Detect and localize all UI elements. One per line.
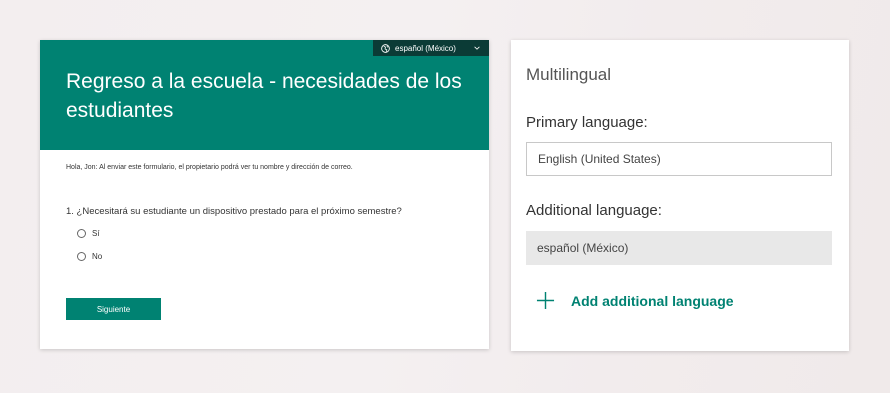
option-label: No [92,252,103,261]
radio-button[interactable] [77,252,86,261]
language-selector-value: español (México) [395,43,456,53]
option-label: Sí [92,229,100,238]
primary-language-label: Primary language: [526,114,648,131]
additional-language-label: Additional language: [526,202,662,219]
plus-icon [536,291,555,310]
question-text: 1. ¿Necesitará su estudiante un disposit… [66,206,402,217]
settings-title: Multilingual [526,65,612,84]
option-si[interactable]: Sí [77,229,100,238]
form-notice: Hola, Jon: Al enviar este formulario, el… [66,164,353,171]
option-no[interactable]: No [77,252,102,261]
form-preview-card: español (México) Regreso a la escuela - … [40,40,489,349]
radio-button[interactable] [77,229,86,238]
additional-language-item[interactable]: español (México) [526,231,832,265]
language-selector[interactable]: español (México) [373,40,489,56]
multilingual-settings-card: Multilingual Primary language: English (… [511,40,849,351]
form-header: español (México) Regreso a la escuela - … [40,40,489,150]
form-title: Regreso a la escuela - necesidades de lo… [66,70,462,122]
add-additional-language-label: Add additional language [571,292,734,309]
add-additional-language-button[interactable]: Add additional language [536,291,734,310]
next-button[interactable]: Siguiente [66,298,161,320]
primary-language-select[interactable]: English (United States) [526,142,832,176]
globe-icon [381,43,390,53]
chevron-down-icon [474,46,480,50]
